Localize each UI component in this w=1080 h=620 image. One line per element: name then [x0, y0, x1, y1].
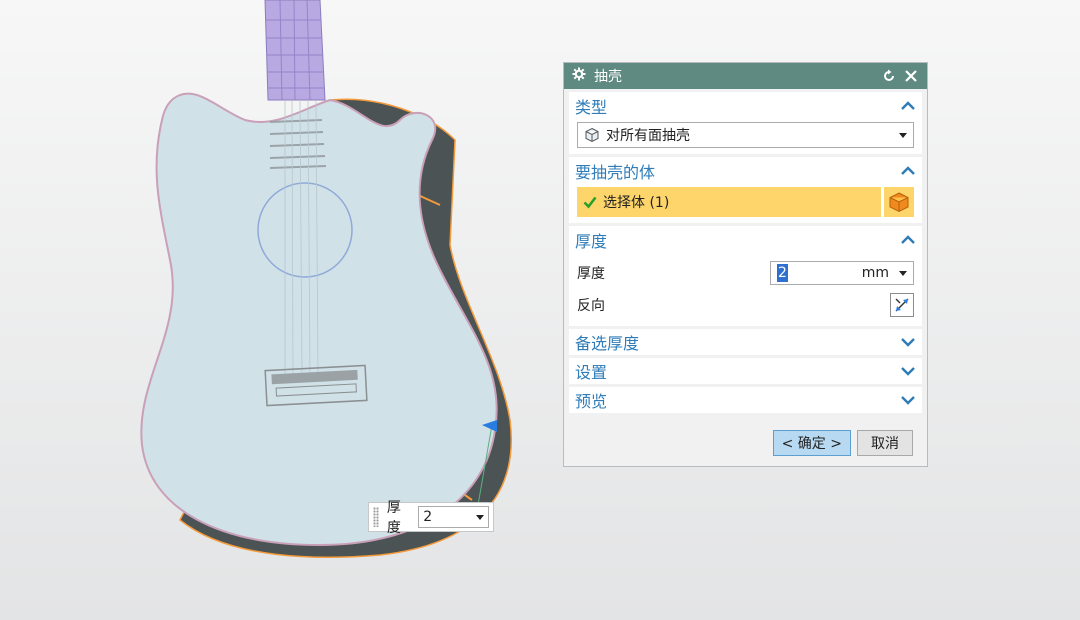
section-body-title: 要抽壳的体 — [575, 163, 656, 182]
solid-cube-icon — [889, 192, 909, 213]
thickness-input[interactable]: 2 mm — [770, 261, 914, 285]
chevron-down-icon[interactable] — [900, 334, 916, 350]
chevron-down-icon[interactable] — [899, 270, 907, 276]
chevron-down-icon[interactable] — [476, 514, 484, 520]
reverse-label: 反向 — [577, 298, 605, 314]
section-settings-header[interactable]: 设置 — [569, 358, 922, 384]
floating-thickness-label: 厚度 — [386, 500, 401, 536]
section-body-header[interactable]: 要抽壳的体 — [569, 157, 922, 185]
floating-thickness-value: 2 — [423, 509, 433, 525]
section-preview-title: 预览 — [575, 392, 608, 411]
section-preview-header[interactable]: 预览 — [569, 387, 922, 413]
reset-icon[interactable] — [881, 68, 897, 84]
shell-type-value: 对所有面抽壳 — [606, 128, 690, 144]
section-thickness-header[interactable]: 厚度 — [569, 226, 922, 254]
shell-type-dropdown[interactable]: 对所有面抽壳 — [577, 122, 914, 148]
section-preview: 预览 — [569, 387, 922, 413]
floating-thickness-input[interactable]: 2 — [418, 506, 489, 528]
reverse-direction-button[interactable] — [890, 293, 914, 317]
dialog-title: 抽壳 — [594, 69, 622, 85]
section-type: 类型 对所有面抽壳 — [569, 92, 922, 154]
thickness-value: 2 — [777, 264, 788, 282]
thickness-unit: mm — [861, 265, 889, 281]
section-alt-thickness: 备选厚度 — [569, 329, 922, 355]
chevron-up-icon[interactable] — [900, 163, 916, 179]
chevron-up-icon[interactable] — [900, 98, 916, 114]
chevron-up-icon[interactable] — [900, 232, 916, 248]
reverse-direction-icon — [895, 298, 909, 312]
chevron-down-icon — [899, 132, 907, 138]
chevron-down-icon[interactable] — [900, 363, 916, 379]
select-body-label: 选择体 (1) — [603, 195, 670, 211]
chevron-down-icon[interactable] — [900, 392, 916, 408]
section-type-title: 类型 — [575, 98, 608, 117]
select-body-field[interactable]: 选择体 (1) — [577, 187, 881, 217]
section-alt-thickness-title: 备选厚度 — [575, 334, 640, 353]
gear-icon[interactable] — [572, 67, 586, 85]
select-body-button[interactable] — [884, 187, 914, 217]
shell-dialog: 抽壳 类型 对所有面抽壳 要抽壳的体 选择体 (1) 厚度 厚度 2 mm 反向… — [563, 62, 928, 467]
drag-handle[interactable] — [373, 507, 379, 527]
checkmark-icon — [583, 196, 597, 209]
ok-button[interactable]: < 确定 > — [772, 430, 851, 456]
dialog-titlebar: 抽壳 — [564, 63, 927, 89]
floating-thickness-widget: 厚度 2 — [368, 500, 494, 536]
section-type-header[interactable]: 类型 — [569, 92, 922, 120]
cube-outline-icon — [585, 127, 599, 143]
section-body: 要抽壳的体 选择体 (1) — [569, 157, 922, 223]
section-thickness-title: 厚度 — [575, 232, 608, 251]
section-alt-thickness-header[interactable]: 备选厚度 — [569, 329, 922, 355]
section-settings: 设置 — [569, 358, 922, 384]
section-settings-title: 设置 — [575, 363, 608, 382]
section-thickness: 厚度 厚度 2 mm 反向 — [569, 226, 922, 326]
thickness-label: 厚度 — [577, 266, 605, 282]
sound-hole — [257, 182, 353, 278]
cancel-button[interactable]: 取消 — [857, 430, 913, 456]
close-icon[interactable] — [903, 68, 919, 84]
